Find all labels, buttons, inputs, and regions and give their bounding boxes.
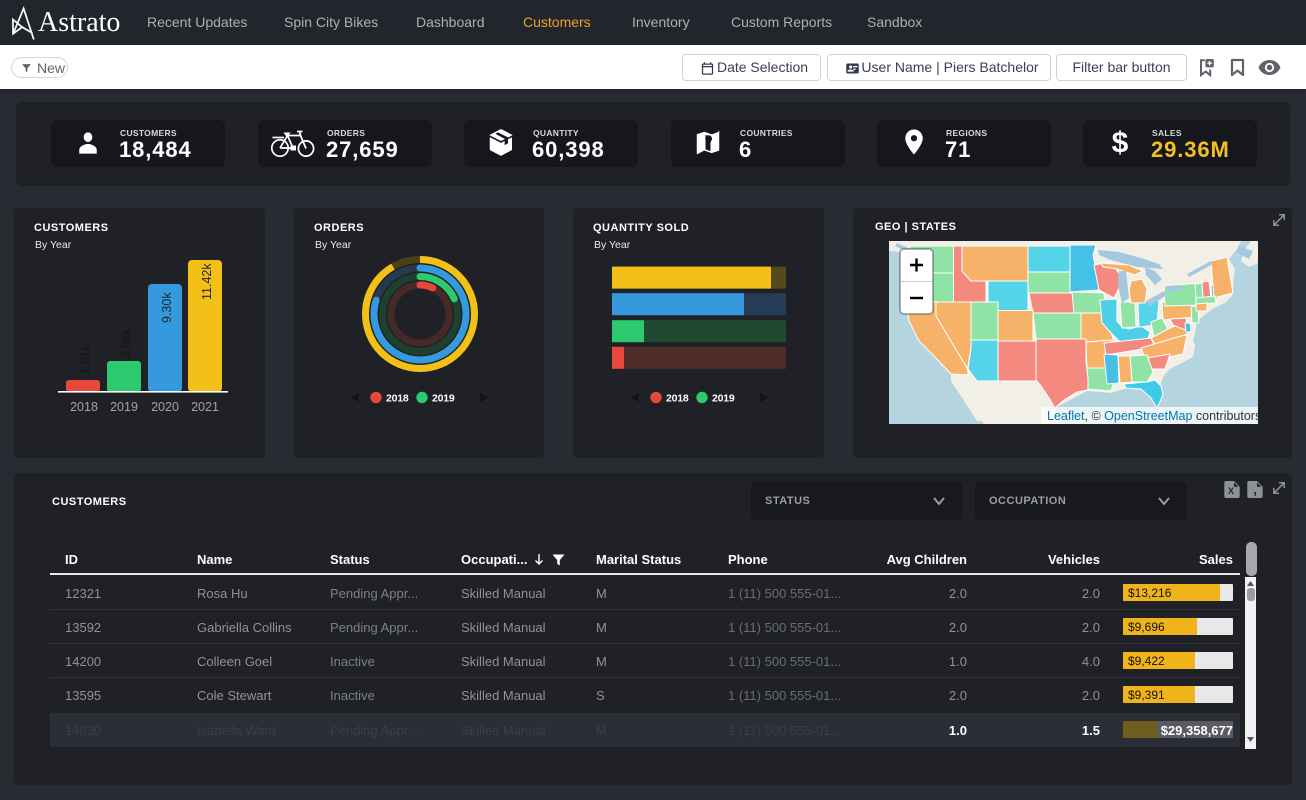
svg-text:2018: 2018 [70,400,98,414]
svg-text:2020: 2020 [151,400,179,414]
svg-text:2019: 2019 [712,393,735,405]
svg-text:2019: 2019 [110,400,138,414]
svg-text:2.68k: 2.68k [119,328,133,358]
svg-text:,: , [1253,482,1257,497]
svg-text:9.30k: 9.30k [160,292,174,323]
svg-text:1.01k: 1.01k [78,344,92,374]
svg-text:2019: 2019 [432,393,455,405]
svg-text:2018: 2018 [666,393,689,405]
svg-text:2018: 2018 [386,393,409,405]
svg-text:Leaflet, © OpenStreetMap contr: Leaflet, © OpenStreetMap contributors [1047,409,1258,423]
svg-text:X: X [1228,486,1234,496]
svg-text:11.42k: 11.42k [200,263,214,300]
svg-text:2021: 2021 [191,400,219,414]
svg-text:$: $ [1112,126,1129,156]
